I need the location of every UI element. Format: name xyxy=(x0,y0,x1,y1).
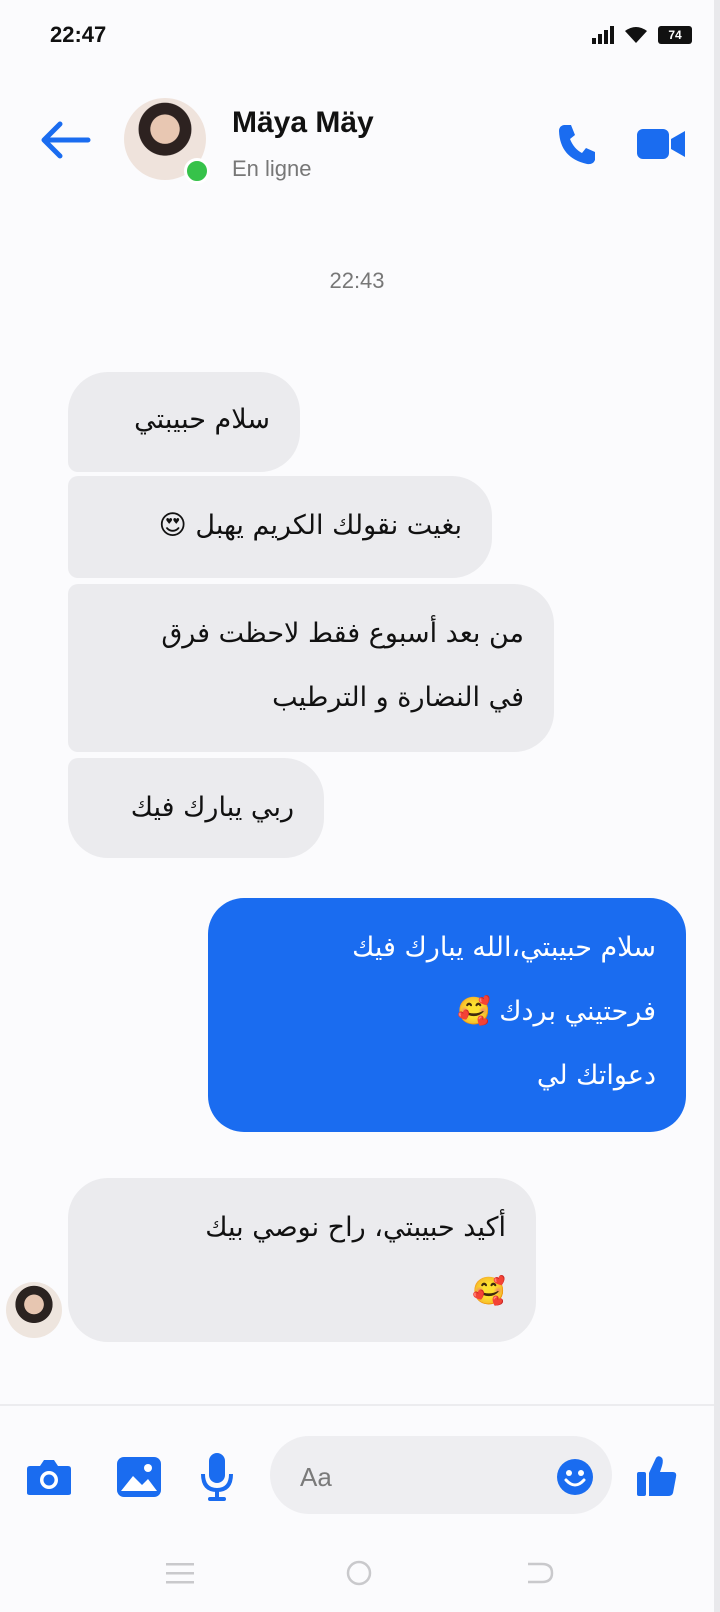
online-indicator xyxy=(184,158,210,184)
phone-icon[interactable] xyxy=(556,122,596,166)
incoming-message[interactable]: من بعد أسبوع فقط لاحظت فرق في النضارة و … xyxy=(68,584,554,752)
message-line: سلام حبيبتي xyxy=(134,404,270,435)
incoming-message[interactable]: ربي يبارك فيك xyxy=(68,758,324,858)
screen-edge xyxy=(714,0,720,1612)
signal-icon xyxy=(592,26,614,44)
home-icon[interactable] xyxy=(346,1560,372,1586)
contact-presence: En ligne xyxy=(232,156,312,181)
message-line: فرحتيني بردك 🥰 xyxy=(457,996,656,1027)
status-time: 22:47 xyxy=(50,22,107,47)
message-line: دعواتك لي xyxy=(536,1060,656,1091)
incoming-message[interactable]: بغيت نقولك الكريم يهبل 😍 xyxy=(68,476,492,578)
contact-name[interactable]: Mäya Mäy xyxy=(232,106,374,140)
camera-icon[interactable] xyxy=(26,1458,72,1496)
battery-icon: 74 xyxy=(658,26,692,44)
outgoing-message[interactable]: سلام حبيبتي،الله يبارك فيك فرحتيني بردك … xyxy=(208,898,686,1132)
wifi-icon xyxy=(625,27,647,43)
composer-divider xyxy=(0,1404,714,1406)
status-bar: 22:47 74 xyxy=(0,0,720,70)
status-icons: 74 xyxy=(592,26,692,44)
message-line: أكيد حبيبتي، راح نوصي بيك xyxy=(205,1212,506,1243)
thumbs-up-icon[interactable] xyxy=(636,1454,678,1498)
conversation-header: Mäya Mäy En ligne xyxy=(0,78,714,198)
message-input-placeholder: Aa xyxy=(300,1462,332,1492)
incoming-message[interactable]: أكيد حبيبتي، راح نوصي بيك 🥰 xyxy=(68,1178,536,1342)
incoming-message[interactable]: سلام حبيبتي xyxy=(68,372,300,472)
system-nav-bar xyxy=(0,1530,714,1612)
video-camera-icon[interactable] xyxy=(636,126,686,162)
arrow-left-icon[interactable] xyxy=(38,118,92,162)
message-composer: Aa xyxy=(0,1418,714,1528)
message-line: في النضارة و الترطيب xyxy=(272,682,524,713)
message-line: سلام حبيبتي،الله يبارك فيك xyxy=(352,932,656,963)
menu-icon[interactable] xyxy=(166,1562,194,1584)
message-line: من بعد أسبوع فقط لاحظت فرق xyxy=(161,618,524,649)
message-line: بغيت نقولك الكريم يهبل 😍 xyxy=(158,510,462,541)
message-line: 🥰 xyxy=(472,1276,506,1307)
microphone-icon[interactable] xyxy=(200,1452,234,1502)
image-icon[interactable] xyxy=(116,1456,162,1498)
thread-timestamp: 22:43 xyxy=(329,268,385,293)
smiley-icon[interactable] xyxy=(556,1458,594,1496)
sender-avatar[interactable] xyxy=(6,1282,62,1338)
back-icon[interactable] xyxy=(526,1562,554,1584)
message-line: ربي يبارك فيك xyxy=(130,792,294,823)
